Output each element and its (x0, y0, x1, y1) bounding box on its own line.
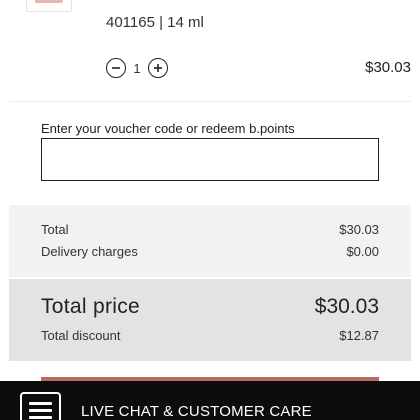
total-price-value: $30.03 (314, 295, 379, 318)
live-chat-bar[interactable]: LIVE CHAT & CUSTOMER CARE (0, 381, 420, 420)
menu-icon (20, 392, 61, 420)
total-price-label: Total price (41, 295, 141, 318)
section-divider (9, 101, 411, 102)
increase-quantity-button[interactable] (148, 58, 168, 78)
total-discount-value: $12.87 (339, 328, 379, 343)
decrease-quantity-button[interactable] (106, 58, 126, 78)
summary-total-label: Total (41, 222, 69, 237)
product-thumbnail[interactable] (26, 0, 72, 12)
voucher-input[interactable] (41, 138, 379, 181)
total-discount-row: Total discount $12.87 (41, 328, 379, 343)
line-item-price: $30.03 (365, 59, 411, 76)
delivery-charges-row: Delivery charges $0.00 (41, 244, 379, 259)
plus-circle-icon (154, 64, 162, 72)
order-summary: Total $30.03 Delivery charges $0.00 (9, 205, 411, 277)
summary-total-value: $30.03 (339, 222, 379, 237)
delivery-charges-value: $0.00 (346, 244, 379, 259)
grand-total-panel: Total price $30.03 Total discount $12.87 (9, 279, 411, 361)
total-discount-label: Total discount (41, 328, 121, 343)
delivery-charges-label: Delivery charges (41, 244, 138, 259)
total-price-row: Total price $30.03 (41, 295, 379, 319)
quantity-stepper: 1 (106, 58, 168, 78)
live-chat-label: LIVE CHAT & CUSTOMER CARE (81, 403, 312, 420)
product-sku-size: 401165 | 14 ml (106, 14, 204, 31)
voucher-label: Enter your voucher code or redeem b.poin… (41, 121, 295, 136)
summary-total-row: Total $30.03 (41, 222, 379, 237)
quantity-value: 1 (133, 60, 141, 76)
minus-circle-icon (112, 67, 120, 69)
